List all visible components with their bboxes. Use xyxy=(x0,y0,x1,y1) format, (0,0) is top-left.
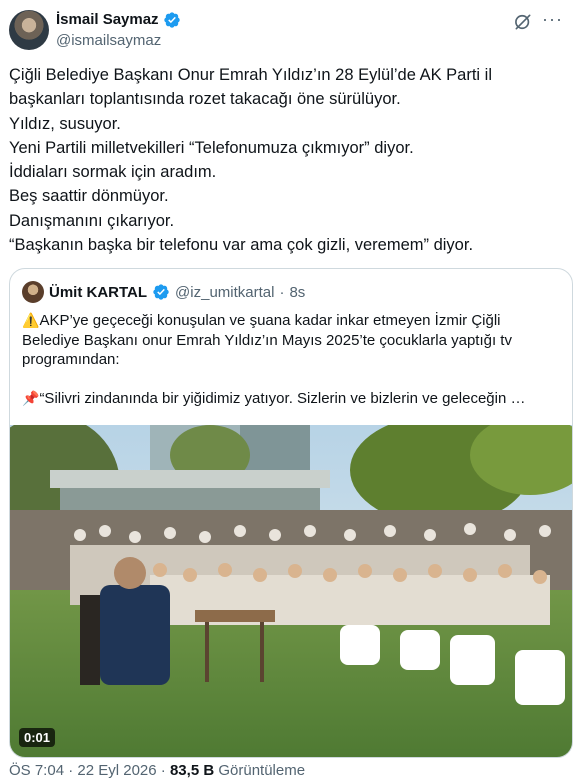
views-label: Görüntüleme xyxy=(218,762,306,779)
quoted-line: ⚠️AKP’ye geçeceği konuşulan ve şuana kad… xyxy=(22,311,562,331)
quoted-line: programından: xyxy=(22,351,120,368)
quoted-line-text: “Silivri zindanında bir yiğidimiz yatıyo… xyxy=(39,389,526,407)
quoted-author-name: Ümit KARTAL xyxy=(49,283,148,301)
quoted-author-handle: @iz_umitkartal xyxy=(175,283,275,301)
video-player[interactable]: 0:01 xyxy=(10,425,572,757)
tweet-line: Yeni Partili milletvekilleri “Telefonumu… xyxy=(9,138,414,157)
tweet-date[interactable]: 22 Eyl 2026 xyxy=(77,762,156,779)
separator-dot: · xyxy=(68,762,74,779)
tweet-line: Çiğli Belediye Başkanı Onur Emrah Yıldız… xyxy=(9,66,493,84)
quoted-time: 8s xyxy=(289,283,306,301)
tweet-line: İddiaları sormak için aradım. xyxy=(9,163,217,182)
tweet-time[interactable]: ÖS 7:04 xyxy=(9,762,64,779)
quoted-avatar xyxy=(22,281,44,303)
tweet-text: Çiğli Belediye Başkanı Onur Emrah Yıldız… xyxy=(9,63,569,257)
verified-badge-icon xyxy=(163,12,180,28)
grok-icon[interactable] xyxy=(513,12,533,32)
author-name[interactable]: İsmail Saymaz xyxy=(56,10,159,30)
quoted-line: 📌“Silivri zindanında bir yiğidimiz yatıy… xyxy=(22,389,562,409)
tweet-line: Beş saattir dönmüyor. xyxy=(9,187,169,206)
quoted-tweet-header: Ümit KARTAL @iz_umitkartal · 8s xyxy=(22,281,305,303)
tweet-meta: ÖS 7:04 · 22 Eyl 2026 · 83,5 B Görüntüle… xyxy=(9,762,305,780)
separator-dot: · xyxy=(279,283,285,301)
video-thumbnail xyxy=(10,425,572,757)
views-count: 83,5 B xyxy=(169,762,215,779)
tweet-line: başkanları toplantısında rozet takacağı … xyxy=(9,90,401,109)
tweet-line: Danışmanını çıkarıyor. xyxy=(9,211,175,230)
verified-badge-icon xyxy=(153,284,169,300)
author-handle[interactable]: @ismailsaymaz xyxy=(56,31,161,51)
avatar[interactable] xyxy=(9,10,49,50)
quoted-line-text: AKP’ye geçeceği konuşulan ve şuana kadar… xyxy=(39,312,501,329)
pushpin-icon: 📌 xyxy=(22,389,40,406)
more-options-icon[interactable]: ··· xyxy=(542,9,563,29)
tweet-line: “Başkanın başka bir telefonu var ama çok… xyxy=(9,236,474,255)
tweet-header: İsmail Saymaz @ismailsaymaz ··· xyxy=(9,8,569,54)
author-name-row: İsmail Saymaz xyxy=(56,10,181,30)
quoted-tweet[interactable]: Ümit KARTAL @iz_umitkartal · 8s ⚠️AKP’ye… xyxy=(9,268,573,758)
separator-dot: · xyxy=(160,762,166,779)
quoted-tweet-text: ⚠️AKP’ye geçeceği konuşulan ve şuana kad… xyxy=(22,311,562,408)
video-duration: 0:01 xyxy=(19,728,56,747)
quoted-line: Belediye Başkanı onur Emrah Yıldız’ın Ma… xyxy=(22,331,512,349)
warning-icon: ⚠️ xyxy=(22,312,40,328)
tweet-line: Yıldız, susuyor. xyxy=(9,114,121,133)
